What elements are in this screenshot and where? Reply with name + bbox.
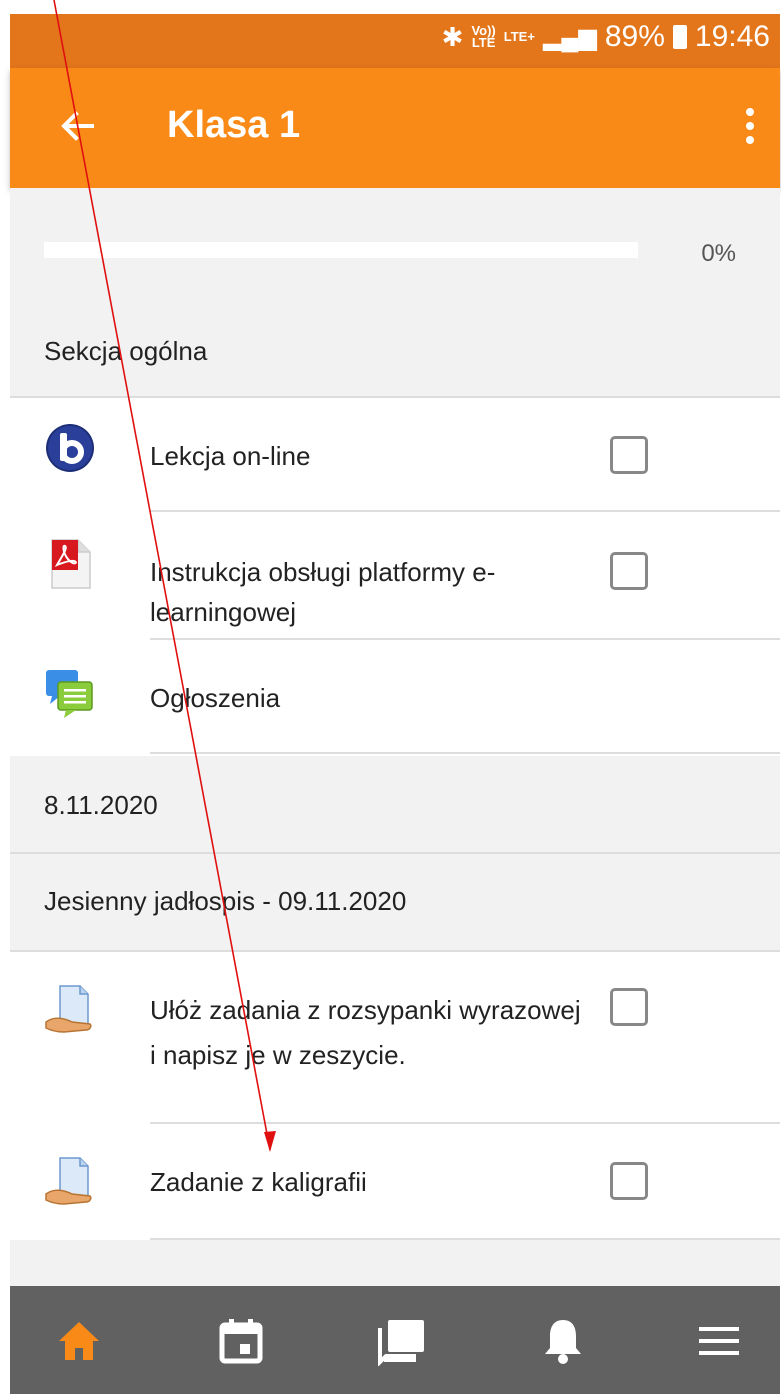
activity-label: Zadanie z kaligrafii [150, 1167, 367, 1197]
battery-percent: 89% [604, 20, 665, 53]
section-title: Jesienny jadłospis - 09.11.2020 [44, 886, 407, 916]
home-icon[interactable] [54, 1316, 104, 1366]
more-vertical-icon[interactable] [740, 106, 760, 146]
completion-checkbox[interactable] [610, 988, 648, 1026]
progress-label: 0% [701, 240, 736, 267]
calendar-icon[interactable] [216, 1316, 266, 1366]
pdf-icon [51, 539, 91, 589]
clock: 19:46 [694, 20, 770, 53]
activity-instrukcja[interactable]: Instrukcja obsługi platformy e-learningo… [10, 512, 780, 640]
activity-label: Ogłoszenia [150, 683, 281, 713]
section-header-date[interactable]: 8.11.2020 [10, 756, 780, 854]
content-footer-spacer [10, 1240, 780, 1286]
completion-checkbox[interactable] [610, 552, 648, 590]
battery-icon [672, 25, 687, 49]
activity-rozsypanka[interactable]: Ułóż zadania z rozsypanki wyrazowej i na… [10, 952, 780, 1124]
bigbluebutton-icon [46, 424, 94, 472]
status-icons: ✱ Vo)) LTE LTE+ ▂▄▆ 89% 19:46 [442, 20, 770, 54]
section-title: 8.11.2020 [44, 790, 158, 820]
status-bar: ✱ Vo)) LTE LTE+ ▂▄▆ 89% 19:46 [10, 14, 780, 68]
divider [150, 752, 780, 754]
completion-checkbox[interactable] [610, 436, 648, 474]
bottom-navigation [10, 1286, 780, 1394]
activity-label: Lekcja on-line [150, 441, 311, 471]
section-header-autumn[interactable]: Jesienny jadłospis - 09.11.2020 [10, 854, 780, 952]
menu-icon[interactable] [694, 1316, 744, 1366]
assignment-icon [45, 985, 92, 1033]
lte-indicator: LTE+ [503, 29, 535, 44]
activity-kaligrafia[interactable]: Zadanie z kaligrafii [10, 1124, 780, 1240]
section-title: Sekcja ogólna [44, 336, 208, 366]
signal-icon: ▂▄▆ [542, 23, 597, 51]
course-progress: 0% [10, 188, 780, 300]
bluetooth-icon: ✱ [441, 21, 464, 52]
forum-icon [46, 670, 93, 718]
section-header-general[interactable]: Sekcja ogólna [10, 300, 780, 398]
app-bar: Klasa 1 [10, 68, 780, 188]
arrow-left-icon[interactable] [58, 106, 98, 146]
activity-label: Instrukcja obsługi platformy e-learningo… [150, 557, 496, 627]
messages-icon[interactable] [376, 1316, 426, 1366]
progress-bar [44, 242, 638, 258]
assignment-icon [45, 1157, 92, 1205]
notifications-icon[interactable] [538, 1316, 588, 1366]
activity-ogloszenia[interactable]: Ogłoszenia [10, 640, 780, 754]
completion-checkbox[interactable] [610, 1162, 648, 1200]
activity-lekcja-online[interactable]: Lekcja on-line [10, 398, 780, 512]
volte-indicator: Vo)) LTE [471, 23, 496, 50]
activity-label: Ułóż zadania z rozsypanki wyrazowej i na… [150, 995, 581, 1070]
page-title: Klasa 1 [167, 104, 301, 146]
